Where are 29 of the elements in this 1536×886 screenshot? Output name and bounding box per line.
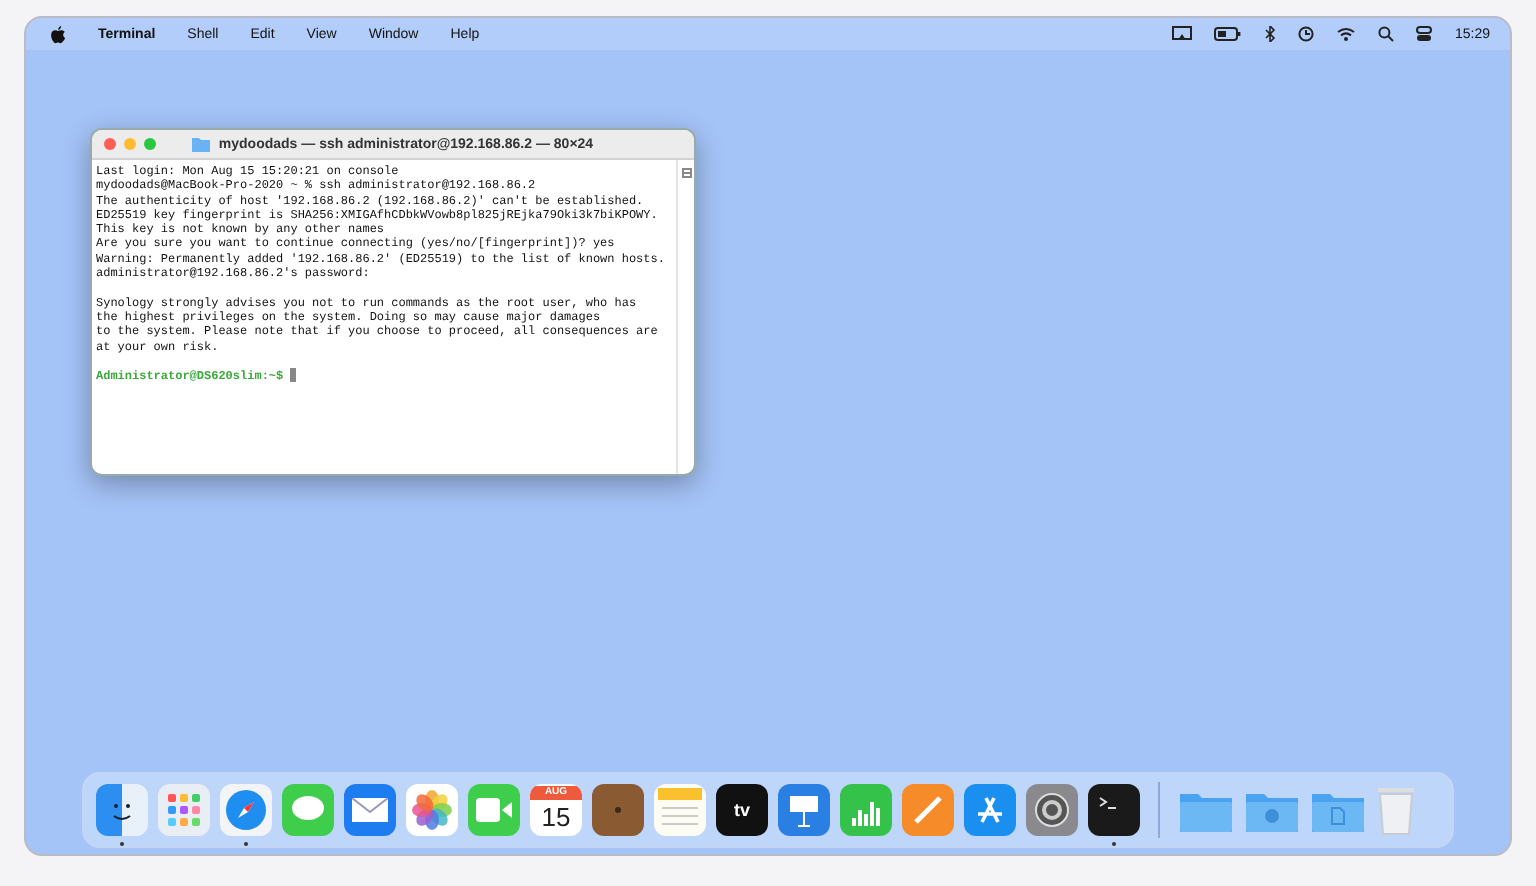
close-button[interactable]: [104, 138, 116, 150]
tv-label: tv: [733, 800, 750, 820]
appstore-app-icon[interactable]: [964, 784, 1016, 836]
split-pane-icon[interactable]: [681, 168, 691, 178]
screen-mirroring-icon[interactable]: [1172, 26, 1193, 42]
messages-app-icon[interactable]: [282, 784, 334, 836]
safari-app-icon[interactable]: [220, 784, 272, 836]
clock-icon[interactable]: [1298, 26, 1315, 42]
settings-app-icon[interactable]: [1026, 784, 1078, 836]
keynote-app-icon[interactable]: [778, 784, 830, 836]
wifi-icon[interactable]: [1336, 26, 1357, 42]
tv-app-icon[interactable]: tv: [716, 784, 768, 836]
photos-app-icon[interactable]: [406, 784, 458, 836]
battery-icon[interactable]: [1214, 26, 1243, 42]
pages-app-icon[interactable]: [902, 784, 954, 836]
apple-logo-icon[interactable]: [50, 25, 66, 43]
finder-app-icon[interactable]: [96, 784, 148, 836]
folder-icon: [192, 137, 211, 151]
launchpad-app-icon[interactable]: [158, 784, 210, 836]
calendar-day: 15: [541, 799, 571, 835]
terminal-app-icon[interactable]: [1088, 784, 1140, 836]
search-icon[interactable]: [1378, 26, 1395, 42]
numbers-app-icon[interactable]: [840, 784, 892, 836]
mail-app-icon[interactable]: [344, 784, 396, 836]
bluetooth-icon[interactable]: [1264, 26, 1277, 42]
control-center-icon[interactable]: [1416, 26, 1433, 42]
text-cursor: [289, 368, 297, 382]
facetime-app-icon[interactable]: [468, 784, 520, 836]
zoom-button[interactable]: [144, 138, 156, 150]
